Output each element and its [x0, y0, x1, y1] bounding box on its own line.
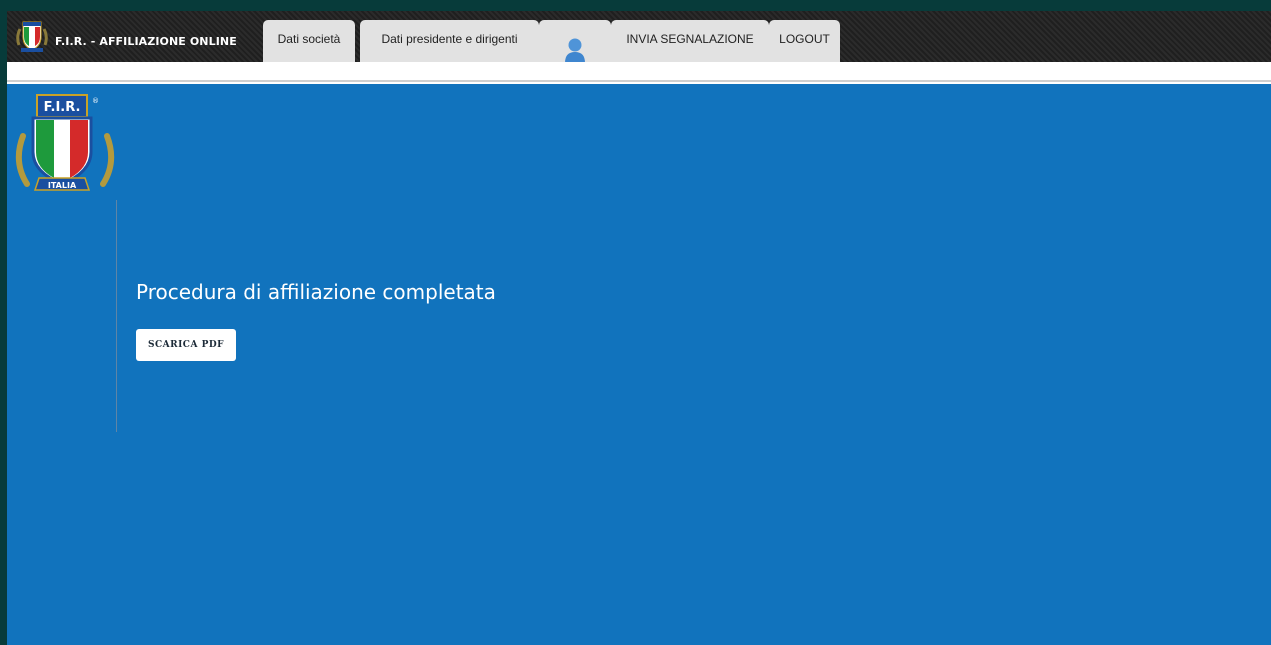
user-icon [565, 38, 585, 63]
tab-dati-societa[interactable]: Dati società [263, 20, 355, 62]
vertical-divider [116, 200, 117, 432]
logo-fir-text: F.I.R. [44, 100, 81, 115]
logo-italia-text: ITALIA [48, 181, 77, 190]
page-title: Procedura di affiliazione completata [136, 280, 496, 304]
tab-invia-segnalazione[interactable]: INVIA SEGNALAZIONE [611, 20, 769, 62]
top-navigation-bar: F.I.R. - AFFILIAZIONE ONLINE Dati societ… [7, 11, 1271, 63]
fir-small-logo-icon [16, 21, 48, 52]
main-content: F.I.R. ® ITALIA Procedura di affiliazion… [7, 84, 1271, 645]
registered-mark: ® [92, 97, 99, 105]
header-spacer [7, 62, 1271, 82]
tab-user-profile[interactable] [539, 20, 611, 63]
tab-logout[interactable]: LOGOUT [769, 20, 840, 62]
app-frame: F.I.R. - AFFILIAZIONE ONLINE Dati societ… [7, 11, 1271, 645]
fir-italia-logo: F.I.R. ® ITALIA [15, 94, 115, 191]
brand[interactable]: F.I.R. - AFFILIAZIONE ONLINE [16, 11, 237, 62]
download-pdf-button[interactable]: SCARICA PDF [136, 329, 236, 361]
app-title: F.I.R. - AFFILIAZIONE ONLINE [55, 35, 237, 48]
tab-dati-presidente-dirigenti[interactable]: Dati presidente e dirigenti [360, 20, 539, 62]
